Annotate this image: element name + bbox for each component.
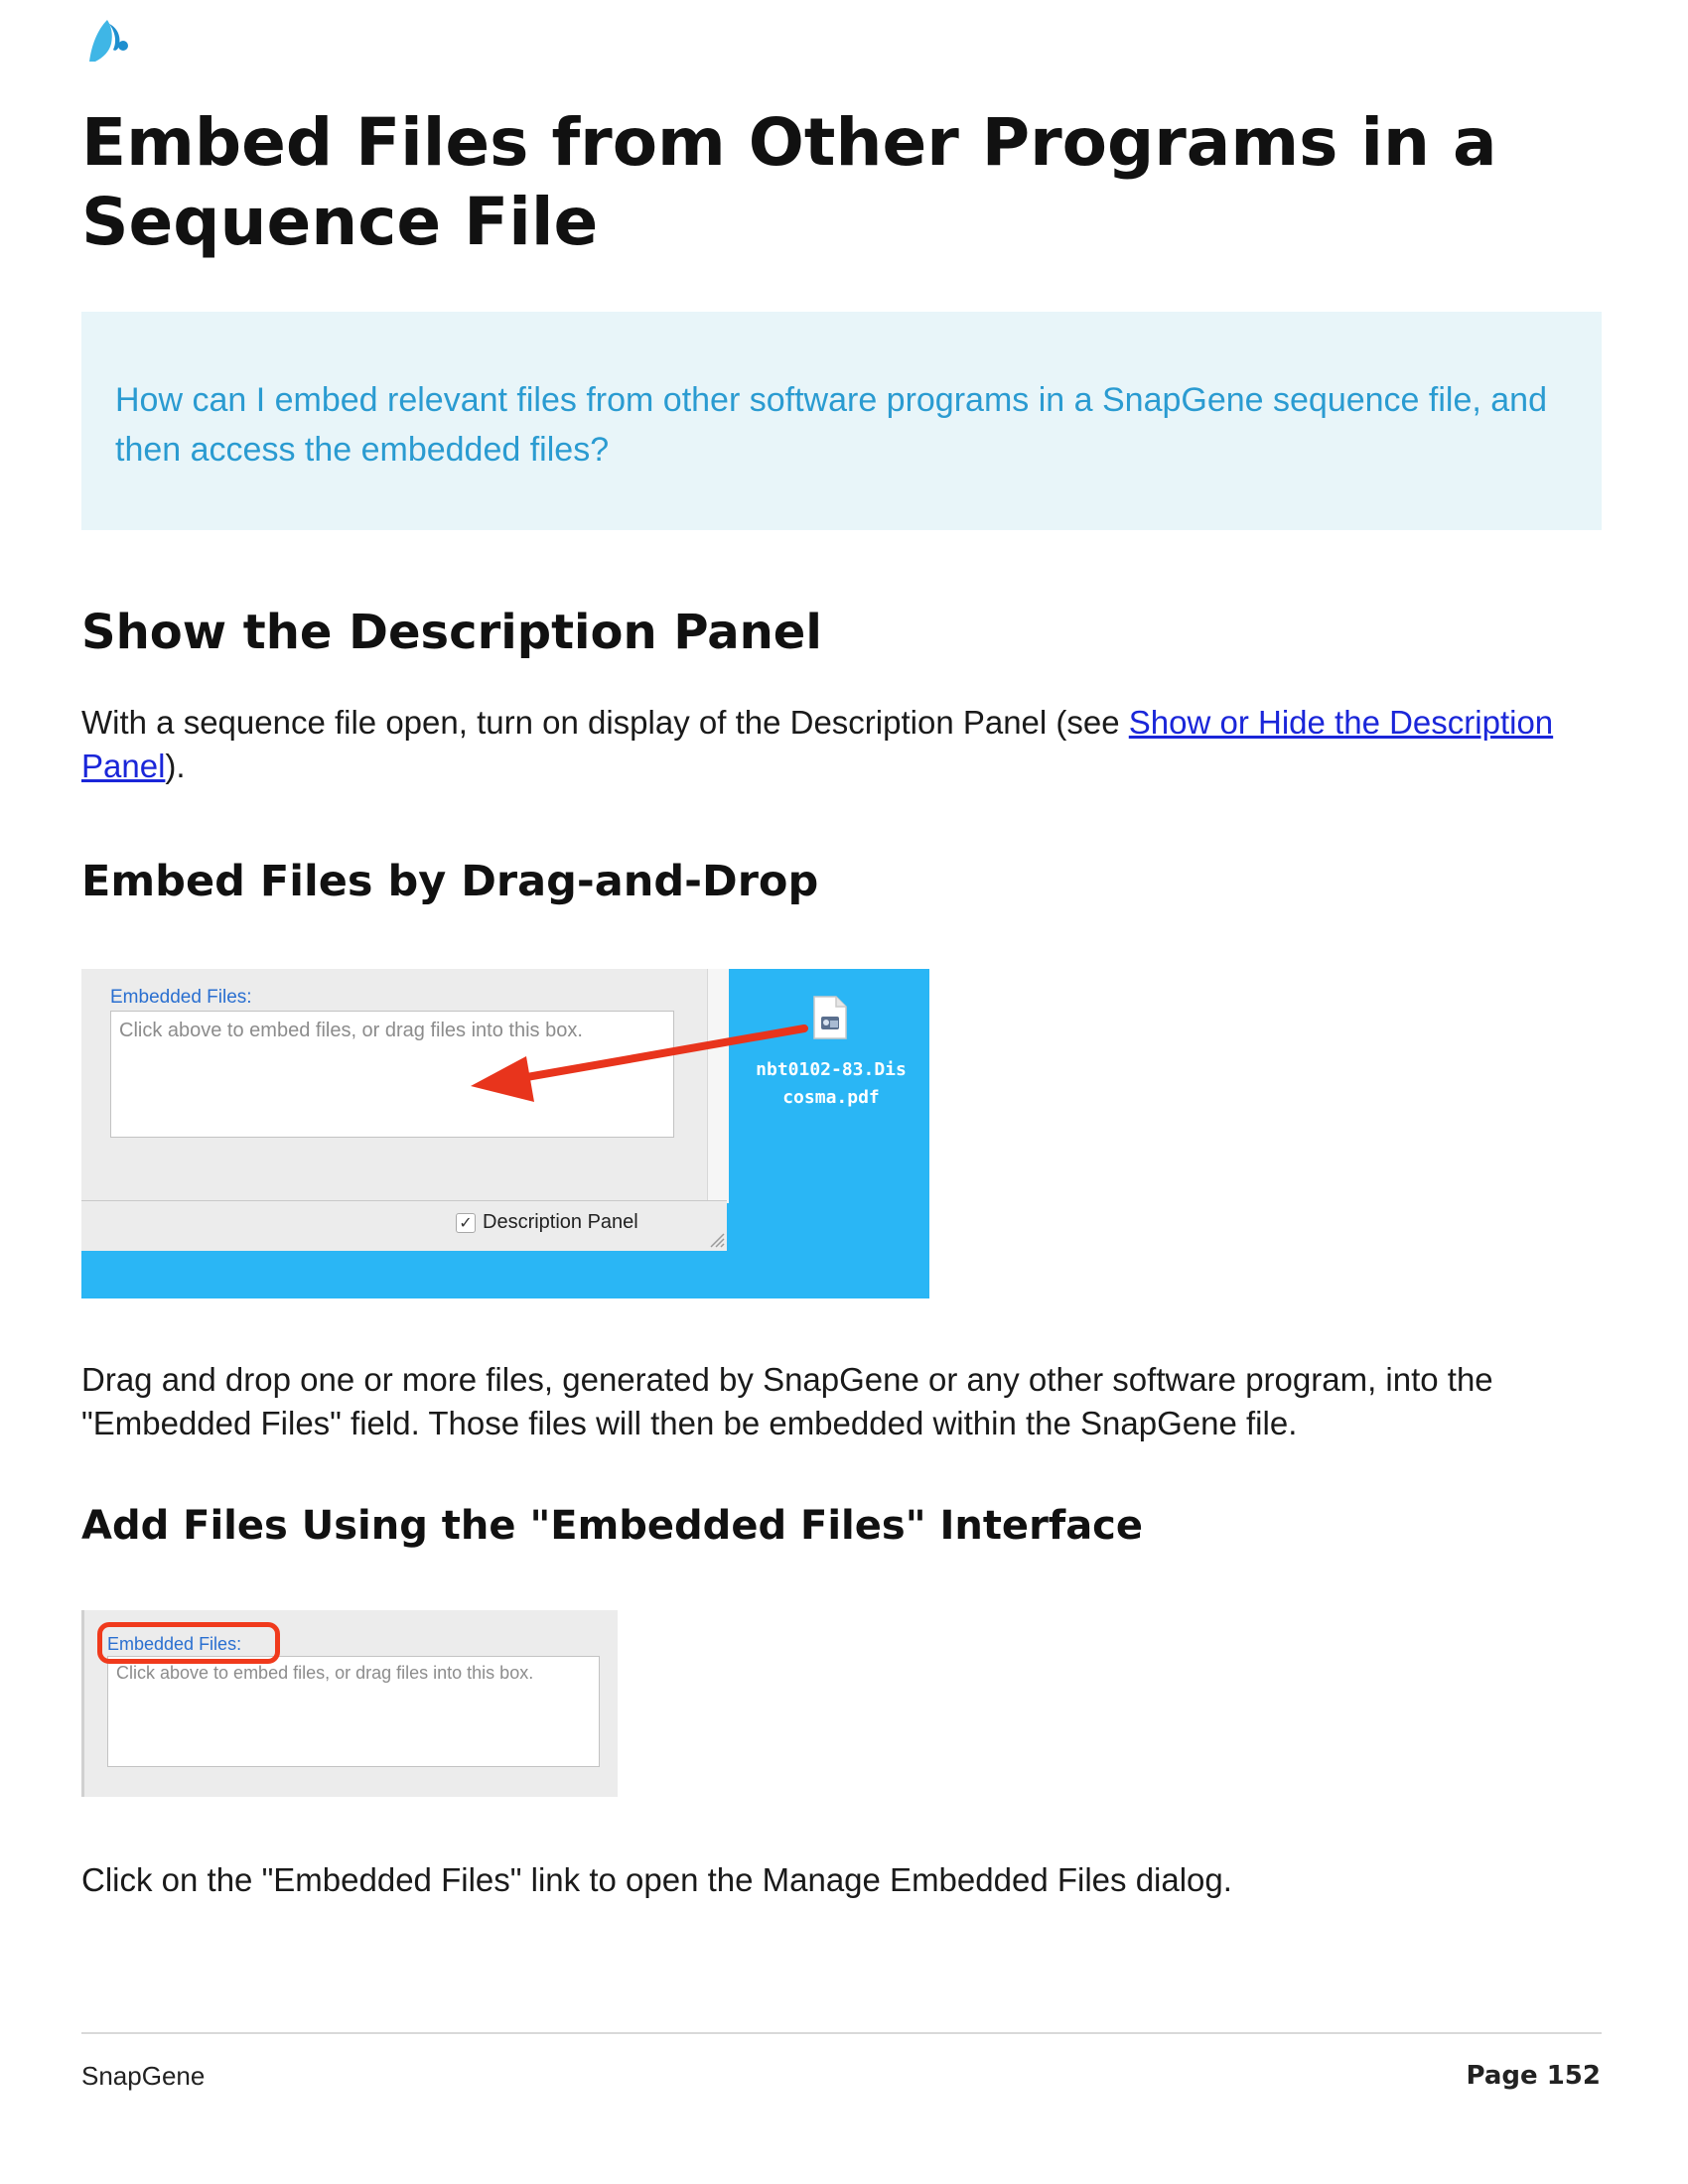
question-callout: How can I embed relevant files from othe… (81, 312, 1602, 530)
heading-show-description-panel: Show the Description Panel (81, 605, 822, 660)
embedded-files-interface-screenshot: Click above to embed files, or drag file… (81, 1610, 618, 1797)
page-title: Embed Files from Other Programs in a Seq… (81, 104, 1497, 260)
description-paragraph: With a sequence file open, turn on displ… (81, 701, 1611, 788)
panel-left-edge (81, 1610, 84, 1797)
drag-drop-screenshot: Embedded Files: Click above to embed fil… (81, 969, 929, 1298)
footer-page-number: Page 152 (1466, 2061, 1601, 2091)
drag-drop-paragraph: Drag and drop one or more files, generat… (81, 1361, 1493, 1441)
footer-divider (81, 2032, 1602, 2034)
click-instructions-paragraph: Click on the "Embedded Files" link to op… (81, 1861, 1232, 1898)
description-text-after: ). (165, 748, 186, 784)
footer-brand: SnapGene (81, 2061, 206, 2091)
heading-add-files-interface: Add Files Using the "Embedded Files" Int… (81, 1503, 1144, 1549)
heading-drag-and-drop: Embed Files by Drag-and-Drop (81, 857, 819, 906)
callout-question: How can I embed relevant files from othe… (115, 381, 1547, 469)
embedded-files-box: Click above to embed files, or drag file… (107, 1656, 600, 1767)
snapgene-logo-icon (89, 20, 128, 62)
description-text-before: With a sequence file open, turn on displ… (81, 704, 1129, 741)
highlight-outline (97, 1622, 280, 1664)
drag-arrow-icon (471, 1024, 808, 1102)
